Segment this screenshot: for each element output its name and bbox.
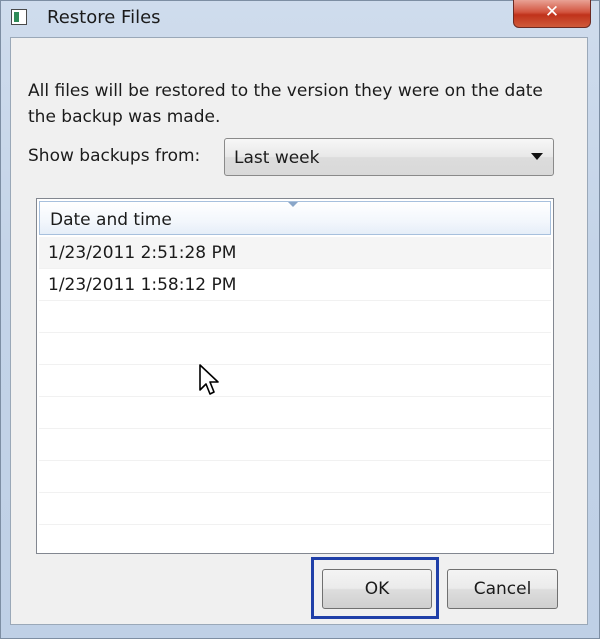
list-item-label: 1/23/2011 1:58:12 PM — [48, 275, 237, 295]
show-backups-dropdown[interactable]: Last week — [224, 138, 554, 176]
restore-files-window: Restore Files ✕ All files will be restor… — [0, 0, 600, 639]
list-item-empty — [39, 365, 551, 397]
close-button[interactable]: ✕ — [513, 0, 591, 28]
column-header-date-and-time[interactable]: Date and time — [39, 201, 551, 235]
show-backups-label: Show backups from: — [28, 146, 201, 166]
title-bar[interactable]: Restore Files ✕ — [1, 0, 599, 37]
list-item[interactable]: 1/23/2011 1:58:12 PM — [39, 269, 551, 301]
list-rows: 1/23/2011 2:51:28 PM 1/23/2011 1:58:12 P… — [39, 237, 551, 525]
cancel-button[interactable]: Cancel — [447, 569, 558, 609]
backups-list[interactable]: Date and time 1/23/2011 2:51:28 PM 1/23/… — [36, 198, 554, 554]
sort-arrow-icon — [288, 202, 298, 207]
list-item-empty — [39, 333, 551, 365]
chevron-down-icon — [531, 153, 543, 160]
close-icon: ✕ — [544, 2, 560, 22]
dropdown-selected-value: Last week — [234, 148, 320, 168]
column-header-label: Date and time — [50, 210, 172, 230]
list-item-empty — [39, 429, 551, 461]
list-item-empty — [39, 493, 551, 525]
window-title: Restore Files — [47, 7, 161, 28]
dialog-content: All files will be restored to the versio… — [10, 37, 588, 625]
list-item-empty — [39, 461, 551, 493]
mouse-cursor-icon — [199, 364, 219, 395]
list-item[interactable]: 1/23/2011 2:51:28 PM — [39, 237, 551, 269]
list-item-empty — [39, 397, 551, 429]
list-item-label: 1/23/2011 2:51:28 PM — [48, 243, 237, 263]
ok-button-highlight — [311, 557, 439, 619]
list-item-empty — [39, 301, 551, 333]
description-text: All files will be restored to the versio… — [28, 81, 543, 127]
restore-files-app-icon — [11, 9, 27, 25]
